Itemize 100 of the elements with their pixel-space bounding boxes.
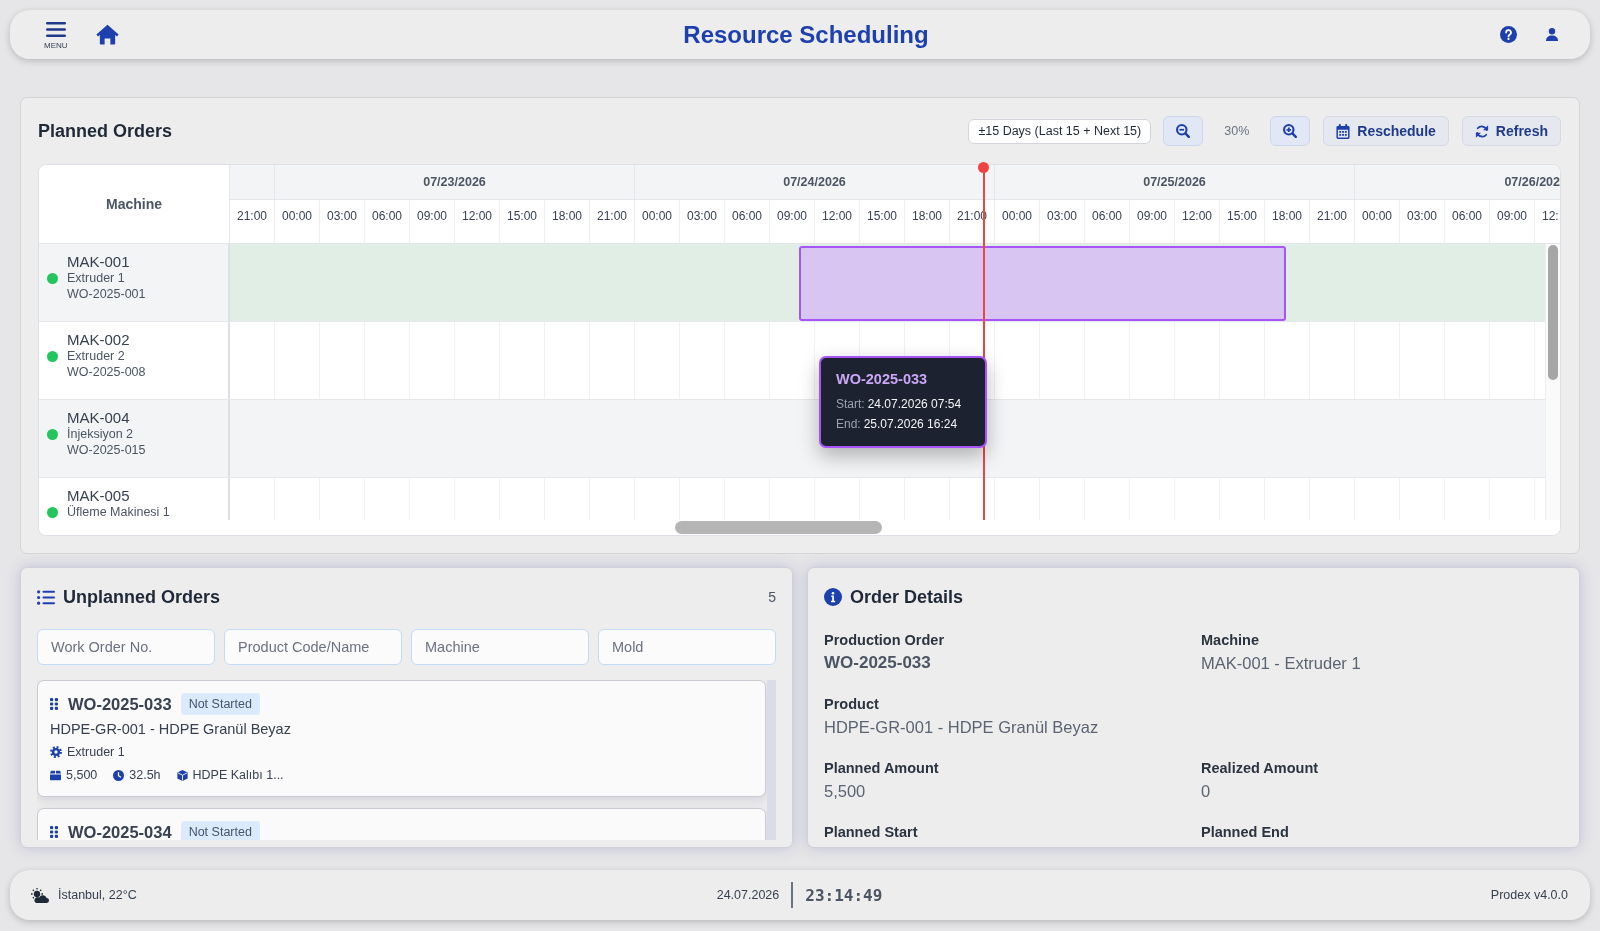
scrollbar-thumb[interactable] <box>675 521 882 534</box>
time-header: 09:00 <box>1130 200 1175 243</box>
filter-field[interactable]: Mold <box>598 629 776 665</box>
time-header: 12: <box>1541 208 1560 225</box>
refresh-icon <box>1474 123 1489 139</box>
zoom-in-icon <box>1283 124 1298 138</box>
status-badge: Not Started <box>180 693 260 715</box>
time-header: 09:00 <box>410 200 455 243</box>
time-header: 06:00 <box>365 200 410 243</box>
time-header: 12:00 <box>455 200 500 243</box>
zoom-level-text: 30% <box>1224 124 1250 138</box>
time-header: 12:00 <box>815 200 860 243</box>
drag-handle-icon <box>50 826 58 838</box>
time-header: 18:00 <box>1265 200 1310 243</box>
machine-code: MAK-001 <box>67 253 131 270</box>
time-header: 21:00 <box>1310 200 1355 243</box>
time-header: 09:00 <box>1490 200 1535 243</box>
list-icon <box>37 589 55 605</box>
order-quantity: 5,500 <box>66 767 98 783</box>
time-header: 03:00 <box>680 200 725 243</box>
time-header: 03:00 <box>1040 200 1085 243</box>
machine-code: MAK-005 <box>67 487 131 504</box>
filter-field[interactable]: Product Code/Name <box>224 629 402 665</box>
work-order-number: WO-2025-008 <box>67 364 147 380</box>
gear-icon <box>50 746 62 758</box>
time-header: 15:00 <box>1220 200 1265 243</box>
time-header: 03:00 <box>320 200 365 243</box>
date-header: 07/26/202 <box>1355 165 1560 200</box>
status-badge: Not Started <box>180 821 260 840</box>
order-number: WO-2025-033 <box>68 694 172 714</box>
weather-text: İstanbul, 22°C <box>58 888 137 902</box>
field-label: Realized Amount <box>1201 759 1320 777</box>
gantt-bar[interactable] <box>798 246 1286 321</box>
zoom-in-button[interactable] <box>1270 116 1311 146</box>
order-count: 5 <box>768 589 776 605</box>
help-button[interactable] <box>1500 26 1517 43</box>
time-header: 00:00 <box>275 200 320 243</box>
time-header: 21:00 <box>230 200 275 243</box>
field-label: Planned End <box>1201 823 1290 841</box>
order-card[interactable]: WO-2025-034 Not Started <box>37 808 766 840</box>
machine-name: İnjeksiyon 2 <box>67 426 134 442</box>
date-header: 07/23/2026 <box>275 165 635 200</box>
tooltip-value: 25.07.2026 16:24 <box>863 417 958 431</box>
order-number: WO-2025-034 <box>68 822 172 840</box>
reschedule-button[interactable]: Reschedule <box>1323 116 1449 146</box>
user-button[interactable] <box>1546 28 1558 41</box>
help-icon <box>1500 26 1517 43</box>
field-value: 5,500 <box>824 781 867 802</box>
calendar-icon <box>1336 123 1351 139</box>
machine-code: MAK-004 <box>67 409 131 426</box>
time-header: 00:00 <box>635 200 680 243</box>
zoom-out-icon <box>1176 124 1191 138</box>
time-header: 00:00 <box>1355 200 1400 243</box>
zoom-out-button[interactable] <box>1163 116 1204 146</box>
info-icon <box>824 588 842 606</box>
time-header: 06:00 <box>725 200 770 243</box>
field-label: Product <box>824 695 880 713</box>
time-header: 12:00 <box>1175 200 1220 243</box>
machine-name: Extruder 1 <box>67 744 125 760</box>
refresh-button[interactable]: Refresh <box>1461 116 1561 146</box>
home-button[interactable] <box>95 24 119 45</box>
version-text: Prodex v4.0.0 <box>1490 888 1568 902</box>
tooltip-value: 24.07.2026 07:54 <box>867 397 962 411</box>
field-value: WO-2025-033 <box>824 652 932 674</box>
machine-name: Extruder 1 <box>67 270 126 286</box>
time-header: 00:00 <box>995 200 1040 243</box>
weather-icon <box>31 887 49 903</box>
machine-code: MAK-002 <box>67 331 131 348</box>
home-icon <box>95 24 119 45</box>
scrollbar-track[interactable] <box>767 680 776 840</box>
field-label: Machine <box>1201 631 1260 649</box>
cube-icon <box>176 769 188 781</box>
date-text: 24.07.2026 <box>716 888 780 902</box>
time-header: 18:00 <box>545 200 590 243</box>
scrollbar-thumb[interactable] <box>1548 245 1558 380</box>
clock-time: 23:14:49 <box>805 885 883 905</box>
panel-title: Planned Orders <box>38 120 173 142</box>
time-header: 06:00 <box>1445 200 1490 243</box>
menu-button[interactable]: MENU <box>44 19 68 50</box>
box-icon <box>50 769 61 781</box>
time-header: 09:00 <box>770 200 815 243</box>
filter-field[interactable]: Machine <box>411 629 589 665</box>
field-value: HDPE-GR-001 - HDPE Granül Beyaz <box>824 717 1100 738</box>
date-header: 07/25/2026 <box>995 165 1355 200</box>
field-value: 0 <box>1201 781 1212 802</box>
order-duration: 32.5h <box>129 767 161 783</box>
order-card[interactable]: WO-2025-033 Not Started HDPE-GR-001 - HDPE Granül Beyaz Extruder 1 5,500 32.5h HDPE Kalıbı 1... <box>37 680 766 797</box>
tooltip-label: Start: <box>836 397 865 411</box>
date-header: 07/24/2026 <box>635 165 995 200</box>
product-name: HDPE-GR-001 - HDPE Granül Beyaz <box>50 720 292 739</box>
tooltip-label: End: <box>836 417 861 431</box>
time-header: 15:00 <box>860 200 905 243</box>
machine-name: Üfleme Makinesi 1 <box>67 504 171 520</box>
filter-field[interactable]: Work Order No. <box>37 629 215 665</box>
time-header: 03:00 <box>1400 200 1445 243</box>
field-label: Planned Amount <box>824 759 940 777</box>
work-order-number: WO-2025-001 <box>67 286 147 302</box>
panel-title: Unplanned Orders <box>63 586 221 608</box>
range-select[interactable]: ±15 Days (Last 15 + Next 15) <box>968 118 1152 144</box>
field-value: MAK-001 - Extruder 1 <box>1201 653 1362 674</box>
